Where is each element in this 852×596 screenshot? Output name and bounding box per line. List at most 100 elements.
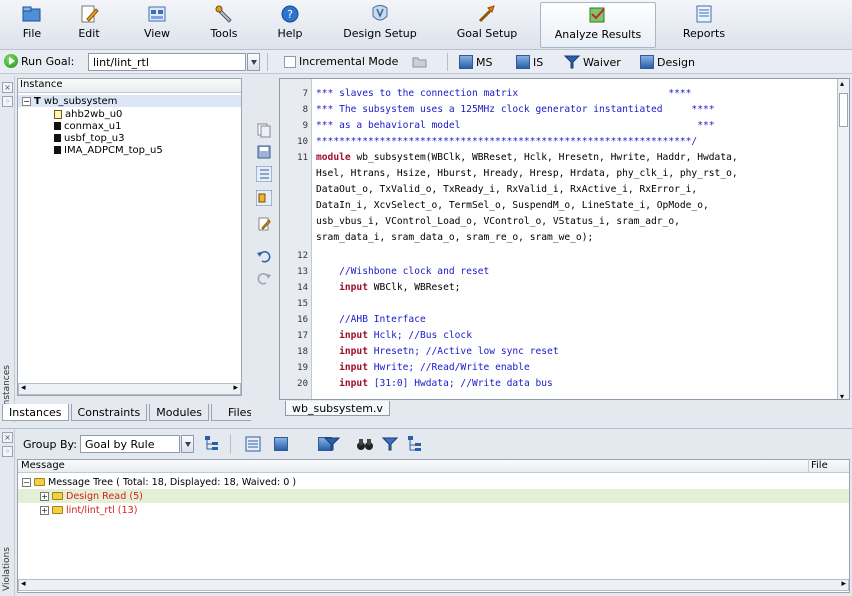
code-view[interactable]: 7 8 9 10 11 12 13 14 15 16 17 18 19 20 *… [279,78,850,400]
tab-constraints[interactable]: Constraints [70,404,148,421]
message-tree-item[interactable]: + lint/lint_rtl (13) [18,503,849,517]
undo-icon[interactable] [256,248,272,264]
line-number: 16 [297,315,308,325]
analyze-results-button[interactable]: Analyze Results [540,2,656,48]
design-setup-button[interactable]: Design Setup [340,2,420,48]
line-number: 20 [297,379,308,389]
column-file[interactable]: File [811,460,828,471]
message-tree-item[interactable]: + Design Read (5) [18,489,849,503]
goal-select-dropdown[interactable] [247,53,260,71]
list-icon[interactable] [256,166,272,182]
run-goal-icon[interactable] [4,54,18,68]
help-menu-label: Help [277,27,303,40]
collapse-icon[interactable]: − [22,477,31,487]
tab-instances[interactable]: Instances [2,404,69,421]
copy-icon[interactable] [256,122,272,138]
message-tree-item-label: lint/lint_rtl (13) [66,504,138,516]
open-folder-icon[interactable] [412,55,428,69]
tools-menu[interactable]: Tools [204,2,244,48]
violations-side-label[interactable]: Violations [2,535,13,591]
message-tree-root[interactable]: − Message Tree ( Total: 18, Displayed: 1… [18,475,849,489]
view-menu[interactable]: View [139,2,175,48]
instances-side-label[interactable]: Instances [2,358,13,408]
waiver-filter-icon[interactable] [382,436,398,452]
reports-menu[interactable]: Reports [680,2,728,48]
code-text: WBClk, WBReset; [368,282,461,293]
instances-hscrollbar[interactable]: ◂ ▸ [18,383,241,395]
ms-icon[interactable] [274,437,288,451]
design-setup-icon [372,5,388,21]
scroll-thumb[interactable] [839,93,848,127]
tree-root-label: wb_subsystem [43,95,118,107]
scroll-up-icon[interactable]: ▴ [840,79,844,88]
group-by-select[interactable]: Goal by Rule [80,435,180,453]
hierarchy-icon: T [34,95,41,107]
restore-icon[interactable]: ◦ [2,446,13,457]
tree-item[interactable]: usbf_top_u3 [54,132,125,144]
redo-icon[interactable] [256,270,272,286]
code-line: DataOut_o, TxValid_o, TxReady_i, RxValid… [316,184,698,195]
scroll-right-icon[interactable]: ▸ [233,383,238,393]
ms-icon [459,55,473,69]
pencil-icon[interactable] [256,216,272,232]
tree-view-icon[interactable] [204,435,220,453]
goal-setup-label: Goal Setup [456,27,518,40]
reports-icon [696,5,712,23]
module-icon [54,134,61,142]
line-number: 18 [297,347,308,357]
save-icon[interactable] [256,144,272,160]
tree-item-label: ahb2wb_u0 [65,108,123,120]
folder-icon [22,6,41,22]
schematic-icon[interactable] [256,190,272,206]
code-keyword: input [339,282,368,293]
expand-icon[interactable]: + [40,505,49,515]
close-icon[interactable]: × [2,82,13,93]
instances-panel: × ◦ Instances Instance − T wb_subsystem … [0,76,268,423]
svg-text:?: ? [287,8,293,21]
list-icon[interactable] [245,436,261,452]
restore-icon[interactable]: ◦ [2,96,13,107]
tree-item[interactable]: ahb2wb_u0 [54,108,122,120]
code-keyword: input [339,378,368,389]
editor-file-tab[interactable]: wb_subsystem.v [285,401,390,416]
help-menu[interactable]: ? Help [273,2,307,48]
line-number-gutter: 7 8 9 10 11 12 13 14 15 16 17 18 19 20 [280,79,312,399]
view-icon [148,6,166,22]
is-button[interactable]: IS [516,52,543,72]
edit-menu-label: Edit [78,27,100,40]
scroll-left-icon[interactable]: ◂ [21,579,26,589]
group-by-dropdown[interactable] [181,435,194,453]
incremental-mode-checkbox[interactable] [284,56,296,68]
folder-icon [52,492,63,500]
goal-select[interactable]: lint/lint_rtl [88,53,246,71]
message-hscrollbar[interactable]: ◂ ▸ [18,579,849,591]
hierarchy-icon[interactable] [407,435,423,453]
design-button[interactable]: Design [640,52,695,72]
edit-icon [81,5,99,23]
design-icon [640,55,654,69]
goal-setup-button[interactable]: Goal Setup [452,2,522,48]
line-number: 10 [297,137,308,147]
code-keyword: input [339,346,368,357]
tab-modules[interactable]: Modules [149,404,210,421]
collapse-icon[interactable]: − [22,96,31,106]
ms-button[interactable]: MS [459,52,492,72]
tree-item[interactable]: conmax_u1 [54,120,121,132]
divider [230,434,231,454]
binoculars-icon[interactable] [356,436,374,452]
scroll-right-icon[interactable]: ▸ [841,579,846,589]
expand-icon[interactable]: + [40,491,49,501]
code-line: input Hresetn; //Active low sync reset [316,346,559,357]
scroll-down-icon[interactable]: ▾ [840,392,844,399]
file-menu[interactable]: File [14,2,50,48]
edit-menu[interactable]: Edit [73,2,105,48]
tree-item[interactable]: IMA_ADPCM_top_u5 [54,144,163,156]
close-icon[interactable]: × [2,432,13,443]
waiver-button[interactable]: Waiver [564,52,621,72]
code-vscrollbar[interactable]: ▴ ▾ [837,79,849,399]
column-message[interactable]: Message [21,460,65,471]
tree-root-row[interactable]: − T wb_subsystem [18,95,241,107]
scroll-left-icon[interactable]: ◂ [21,383,26,393]
run-goal-label[interactable]: Run Goal: [21,55,74,68]
waiver-icon[interactable] [324,436,340,452]
